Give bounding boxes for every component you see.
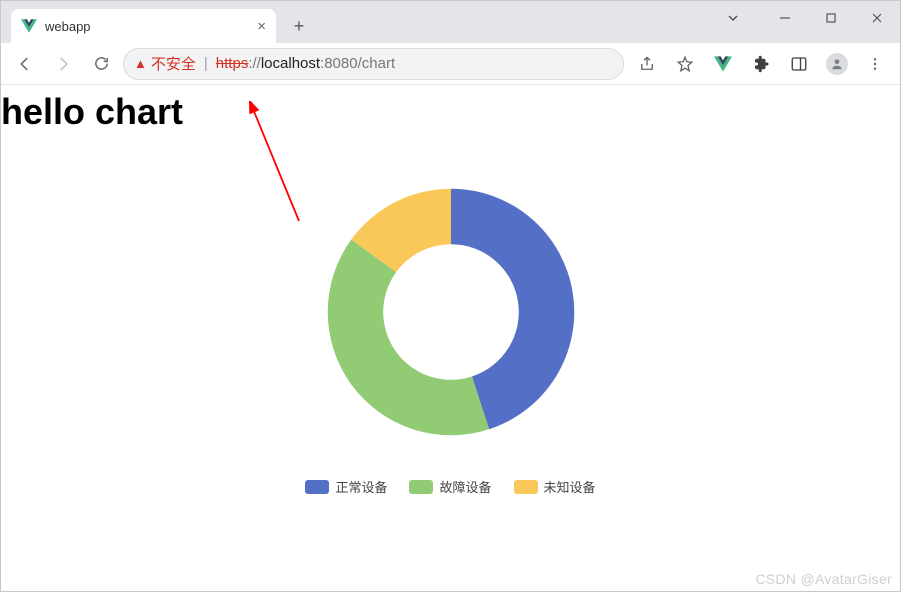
legend-swatch xyxy=(305,480,329,494)
tab-title: webapp xyxy=(45,19,249,34)
donut-chart-svg xyxy=(306,167,596,457)
watermark-text: CSDN @AvatarGiser xyxy=(755,571,892,587)
security-warning: ▲ 不安全 xyxy=(134,53,196,74)
tab-overflow-icon[interactable] xyxy=(710,1,756,35)
forward-button[interactable] xyxy=(47,48,79,80)
url-scheme: https xyxy=(216,55,249,72)
minimize-button[interactable] xyxy=(762,1,808,35)
window-controls xyxy=(710,1,900,35)
legend-label: 故障设备 xyxy=(439,477,491,496)
close-tab-icon[interactable]: × xyxy=(257,18,266,35)
maximize-button[interactable] xyxy=(808,1,854,35)
vue-icon xyxy=(21,18,37,34)
legend-item[interactable]: 未知设备 xyxy=(514,477,596,496)
legend-swatch xyxy=(514,480,538,494)
url-text: https :// localhost :8080 /chart xyxy=(216,55,395,72)
legend-swatch xyxy=(409,480,433,494)
url-path: /chart xyxy=(358,55,396,72)
address-bar[interactable]: ▲ 不安全 | https :// localhost :8080 /chart xyxy=(123,48,624,80)
tab-strip: webapp × + xyxy=(1,1,900,43)
chart-legend: 正常设备 故障设备 未知设备 xyxy=(305,477,595,496)
separator: | xyxy=(204,55,208,72)
page-title: hello chart xyxy=(1,85,900,133)
back-button[interactable] xyxy=(9,48,41,80)
new-tab-button[interactable]: + xyxy=(284,11,314,41)
toolbar-actions xyxy=(630,48,892,80)
browser-tab[interactable]: webapp × xyxy=(11,9,276,43)
browser-toolbar: ▲ 不安全 | https :// localhost :8080 /chart xyxy=(1,43,900,85)
legend-label: 正常设备 xyxy=(335,477,387,496)
page-content: hello chart 正常设备 故障设备 未知设备 CSDN @AvatarGis… xyxy=(1,85,900,591)
side-panel-icon[interactable] xyxy=(782,48,816,80)
kebab-menu-icon[interactable] xyxy=(858,48,892,80)
donut-slice[interactable] xyxy=(327,240,488,436)
share-icon[interactable] xyxy=(630,48,664,80)
vue-extension-icon[interactable] xyxy=(706,48,740,80)
donut-chart: 正常设备 故障设备 未知设备 xyxy=(1,167,900,496)
url-host: localhost xyxy=(261,55,320,72)
url-sep: :// xyxy=(248,55,261,72)
url-port: :8080 xyxy=(320,55,358,72)
extensions-icon[interactable] xyxy=(744,48,778,80)
reload-button[interactable] xyxy=(85,48,117,80)
profile-avatar-icon[interactable] xyxy=(820,48,854,80)
legend-item[interactable]: 正常设备 xyxy=(305,477,387,496)
close-window-button[interactable] xyxy=(854,1,900,35)
legend-item[interactable]: 故障设备 xyxy=(409,477,491,496)
legend-label: 未知设备 xyxy=(544,477,596,496)
bookmark-star-icon[interactable] xyxy=(668,48,702,80)
browser-window: webapp × + xyxy=(0,0,901,592)
security-label: 不安全 xyxy=(151,53,196,74)
warning-icon: ▲ xyxy=(134,56,147,71)
